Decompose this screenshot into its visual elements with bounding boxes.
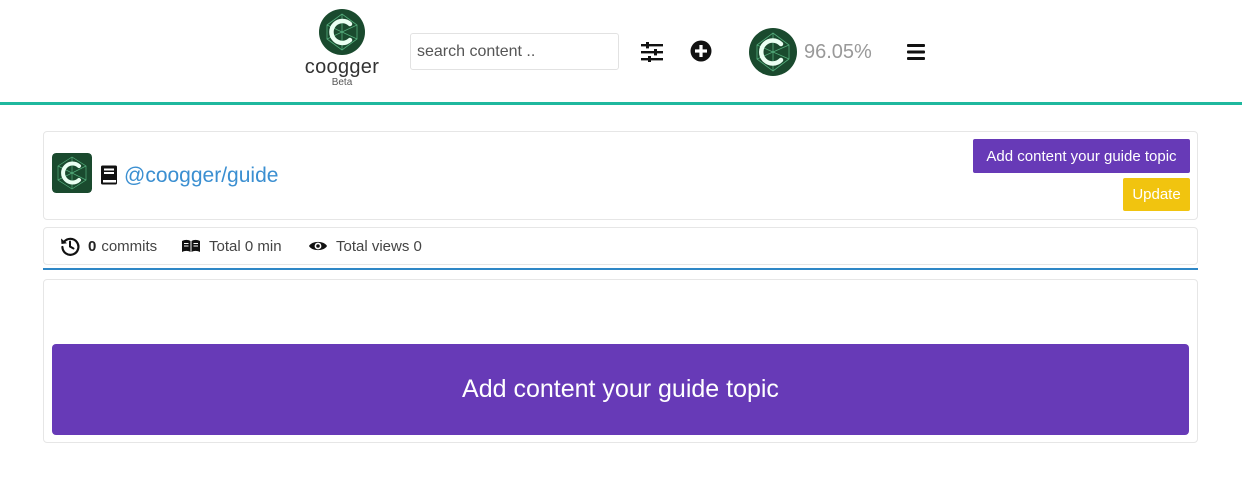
filter-button[interactable] bbox=[638, 38, 666, 66]
logo-name: coogger bbox=[304, 56, 380, 78]
coogger-logo-icon bbox=[319, 9, 365, 55]
plus-circle-icon bbox=[690, 40, 712, 62]
guide-content-panel: Add content your guide topic bbox=[43, 279, 1198, 443]
stats-divider bbox=[43, 268, 1198, 270]
commits-label: commits bbox=[101, 237, 158, 255]
add-content-topic-button[interactable]: Add content your guide topic bbox=[973, 139, 1190, 173]
add-content-button[interactable] bbox=[689, 39, 713, 63]
book-icon bbox=[101, 165, 117, 185]
update-button[interactable]: Update bbox=[1123, 178, 1190, 211]
guide-stats-bar: 0 commits Total 0 min Total views 0 bbox=[43, 227, 1198, 265]
search-input[interactable] bbox=[410, 33, 619, 70]
eye-icon bbox=[309, 241, 327, 251]
sliders-icon bbox=[641, 42, 663, 62]
user-avatar[interactable] bbox=[749, 28, 797, 76]
guide-avatar[interactable] bbox=[52, 153, 92, 193]
commits-stat[interactable]: 0 commits bbox=[60, 228, 157, 264]
top-navbar: coogger Beta 96.05% bbox=[0, 0, 1242, 105]
voting-power: 96.05% bbox=[804, 41, 872, 63]
total-views: Total views 0 bbox=[336, 237, 422, 255]
commits-count: 0 bbox=[88, 237, 97, 255]
history-icon bbox=[61, 237, 80, 256]
views-stat: Total views 0 bbox=[308, 228, 422, 264]
site-logo[interactable]: coogger Beta bbox=[303, 9, 381, 93]
menu-button[interactable] bbox=[904, 40, 928, 64]
add-content-large-button[interactable]: Add content your guide topic bbox=[52, 344, 1189, 435]
guide-link[interactable]: @coogger/guide bbox=[124, 163, 278, 189]
beta-badge: Beta bbox=[331, 77, 353, 88]
hamburger-icon bbox=[907, 44, 925, 60]
open-book-icon bbox=[182, 239, 200, 252]
guide-card: @coogger/guide Add content your guide to… bbox=[43, 131, 1198, 220]
reading-time-stat: Total 0 min bbox=[181, 228, 282, 264]
total-time: Total 0 min bbox=[209, 237, 282, 255]
